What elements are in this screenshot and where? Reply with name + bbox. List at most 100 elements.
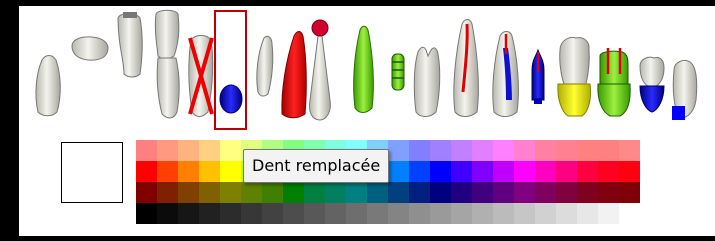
tooth-extraction-icon[interactable] xyxy=(117,12,143,78)
color-swatch[interactable] xyxy=(577,140,598,161)
green-crown-icon[interactable] xyxy=(353,25,374,113)
color-swatch[interactable] xyxy=(577,161,598,182)
color-swatch[interactable] xyxy=(514,161,535,182)
color-swatch[interactable] xyxy=(577,203,598,224)
color-swatch[interactable] xyxy=(346,203,367,224)
color-swatch[interactable] xyxy=(472,182,493,203)
color-swatch[interactable] xyxy=(598,203,619,224)
color-swatch[interactable] xyxy=(493,203,514,224)
color-swatch[interactable] xyxy=(493,182,514,203)
color-swatch[interactable] xyxy=(556,203,577,224)
color-swatch[interactable] xyxy=(199,203,220,224)
yellow-molar-icon[interactable] xyxy=(557,37,591,117)
tooth-fragment-icon[interactable] xyxy=(256,35,274,97)
pin-tooth-icon[interactable] xyxy=(309,19,331,121)
color-swatch[interactable] xyxy=(409,161,430,182)
color-swatch[interactable] xyxy=(157,203,178,224)
root-canal-red-icon[interactable] xyxy=(453,19,479,117)
color-swatch[interactable] xyxy=(535,161,556,182)
root-canal-blue-icon[interactable] xyxy=(492,31,519,117)
color-swatch[interactable] xyxy=(136,140,157,161)
color-swatch[interactable] xyxy=(241,203,262,224)
color-swatch[interactable] xyxy=(598,182,619,203)
color-swatch[interactable] xyxy=(199,140,220,161)
tooth-root-icon[interactable] xyxy=(35,55,61,117)
color-swatch[interactable] xyxy=(220,140,241,161)
color-swatch[interactable] xyxy=(199,182,220,203)
color-swatch[interactable] xyxy=(472,161,493,182)
tooth-extracted-icon[interactable] xyxy=(188,35,214,117)
color-swatch[interactable] xyxy=(514,203,535,224)
color-swatch[interactable] xyxy=(178,203,199,224)
color-swatch[interactable] xyxy=(136,203,157,224)
color-swatch[interactable] xyxy=(178,182,199,203)
color-swatch[interactable] xyxy=(304,203,325,224)
color-swatch[interactable] xyxy=(178,161,199,182)
color-swatch[interactable] xyxy=(388,182,409,203)
color-swatch[interactable] xyxy=(535,140,556,161)
molar-icon[interactable] xyxy=(413,46,441,117)
color-swatch[interactable] xyxy=(514,182,535,203)
color-swatch[interactable] xyxy=(619,161,640,182)
color-swatch[interactable] xyxy=(220,161,241,182)
color-swatch[interactable] xyxy=(220,182,241,203)
green-molar-icon[interactable] xyxy=(597,48,631,117)
color-swatch[interactable] xyxy=(367,182,388,203)
color-swatch[interactable] xyxy=(157,161,178,182)
color-swatch[interactable] xyxy=(619,182,640,203)
color-swatch[interactable] xyxy=(388,140,409,161)
color-swatch[interactable] xyxy=(556,140,577,161)
color-swatch[interactable] xyxy=(325,203,346,224)
color-swatch[interactable] xyxy=(388,203,409,224)
color-swatch[interactable] xyxy=(556,161,577,182)
color-swatch[interactable] xyxy=(262,203,283,224)
color-swatch[interactable] xyxy=(472,140,493,161)
color-swatch[interactable] xyxy=(304,182,325,203)
color-swatch[interactable] xyxy=(430,161,451,182)
tooth-crown-icon[interactable] xyxy=(71,36,109,61)
color-swatch[interactable] xyxy=(409,203,430,224)
color-swatch[interactable] xyxy=(451,182,472,203)
color-swatch[interactable] xyxy=(556,182,577,203)
blue-corner-tooth-icon[interactable] xyxy=(672,59,698,120)
color-swatch[interactable] xyxy=(157,182,178,203)
color-swatch[interactable] xyxy=(535,182,556,203)
color-swatch[interactable] xyxy=(451,140,472,161)
color-swatch[interactable] xyxy=(430,140,451,161)
color-swatch[interactable] xyxy=(178,140,199,161)
color-swatch[interactable] xyxy=(493,140,514,161)
post-icon[interactable] xyxy=(531,48,545,104)
color-swatch[interactable] xyxy=(136,161,157,182)
color-swatch[interactable] xyxy=(409,140,430,161)
color-swatch[interactable] xyxy=(388,161,409,182)
color-swatch[interactable] xyxy=(451,203,472,224)
red-crown-icon[interactable] xyxy=(281,31,307,119)
color-swatch[interactable] xyxy=(598,161,619,182)
color-swatch[interactable] xyxy=(430,203,451,224)
color-swatch[interactable] xyxy=(220,203,241,224)
color-swatch[interactable] xyxy=(199,161,220,182)
tooth-implant-icon[interactable] xyxy=(154,9,180,119)
orthodontic-icon[interactable] xyxy=(391,53,405,91)
color-swatch[interactable] xyxy=(514,140,535,161)
color-swatch[interactable] xyxy=(367,203,388,224)
color-swatch[interactable] xyxy=(136,182,157,203)
color-swatch[interactable] xyxy=(283,182,304,203)
color-swatch[interactable] xyxy=(409,182,430,203)
color-swatch[interactable] xyxy=(598,140,619,161)
color-swatch[interactable] xyxy=(577,182,598,203)
color-swatch[interactable] xyxy=(157,140,178,161)
blue-crown-icon[interactable] xyxy=(639,56,665,113)
color-swatch[interactable] xyxy=(619,140,640,161)
color-swatch[interactable] xyxy=(472,203,493,224)
color-swatch[interactable] xyxy=(241,182,262,203)
color-swatch[interactable] xyxy=(451,161,472,182)
color-swatch[interactable] xyxy=(430,182,451,203)
color-swatch[interactable] xyxy=(535,203,556,224)
color-swatch[interactable] xyxy=(325,182,346,203)
color-swatch[interactable] xyxy=(619,203,640,224)
color-swatch[interactable] xyxy=(493,161,514,182)
color-swatch[interactable] xyxy=(346,182,367,203)
color-swatch[interactable] xyxy=(262,182,283,203)
color-swatch[interactable] xyxy=(283,203,304,224)
